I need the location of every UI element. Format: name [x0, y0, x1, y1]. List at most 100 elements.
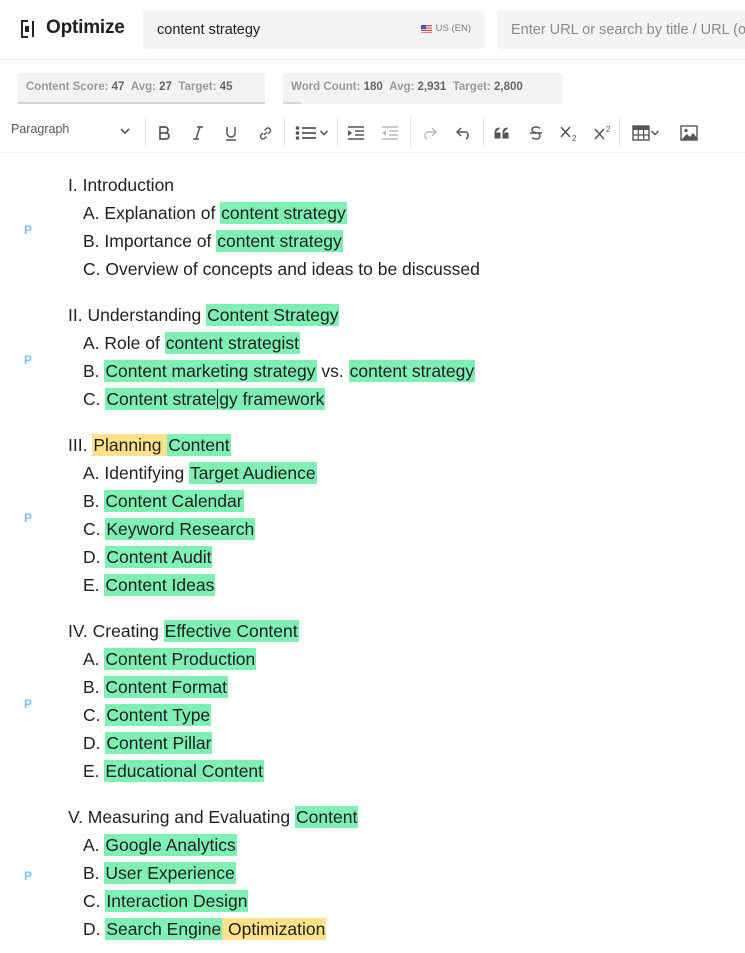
toolbar-divider [337, 117, 338, 147]
outline-text: A. [83, 649, 105, 669]
outline-text: B. [83, 677, 105, 697]
content-score-value: 47 [111, 81, 125, 93]
outline-text: B. [83, 863, 105, 883]
word-count-avg-label: Avg: [389, 81, 415, 93]
keyword-highlight-used: Content Calendar [104, 490, 244, 512]
content-score-avg: 27 [159, 81, 172, 93]
outline-text: C. [83, 389, 106, 409]
outline-text: D. [83, 919, 106, 939]
keyword-highlight-used: content strategy [348, 360, 476, 382]
editor-toolbar: Paragraph 2 2 [0, 113, 745, 153]
keyword-highlight-used: Content strate [105, 388, 218, 410]
keyword-search-input[interactable] [157, 20, 407, 40]
word-count-avg: 2,931 [417, 81, 447, 93]
keyword-highlight-used: Content Pillar [105, 732, 213, 754]
outline-text: E. [83, 575, 105, 595]
keyword-highlight-used: Content Strategy [206, 304, 340, 326]
outline-item[interactable]: C. Content strate gy framework [83, 387, 326, 415]
table-icon [632, 125, 650, 141]
outline-item[interactable]: B. User Experience [83, 861, 236, 889]
keyword-highlight-used: Content Type [105, 704, 212, 726]
content-score-label: Content Score: [26, 81, 109, 93]
outline-text: B. [83, 361, 105, 381]
locale-selector[interactable]: US (EN) [420, 23, 471, 34]
outline-heading[interactable]: II. Understanding Content Strategy [68, 303, 340, 331]
outline-text: A. Role of [83, 333, 165, 353]
content-score-bar [18, 102, 265, 104]
outline-item[interactable]: B. Content Calendar [83, 489, 244, 517]
outline-item[interactable]: D. Content Pillar [83, 731, 213, 759]
image-button[interactable] [679, 121, 699, 145]
toolbar-divider [410, 117, 411, 147]
outline-text: D. [83, 733, 106, 753]
keyword-search-box[interactable]: US (EN) [143, 10, 485, 49]
chevron-down-icon [319, 130, 329, 136]
keyword-highlight-used: Keyword Research [105, 518, 256, 540]
outline-item[interactable]: E. Educational Content [83, 759, 265, 787]
indent-button[interactable] [346, 121, 366, 145]
word-count-target: 2,800 [494, 81, 523, 93]
keyword-highlight-used: Target Audience [189, 462, 317, 484]
toolbar-divider [483, 117, 484, 147]
locale-label: US (EN) [435, 23, 471, 34]
bold-button[interactable] [154, 121, 174, 145]
outline-text: III. [68, 435, 93, 455]
italic-button[interactable] [188, 121, 208, 145]
svg-text:2: 2 [606, 125, 611, 134]
outline-heading[interactable]: IV. Creating Effective Content [68, 619, 299, 647]
keyword-highlight-used: Content Audit [105, 546, 213, 568]
keyword-highlight-used: Interaction Design [105, 890, 249, 912]
outline-item[interactable]: A. Identifying Target Audience [83, 461, 317, 489]
strikethrough-button[interactable] [526, 121, 546, 145]
outline-heading[interactable]: I. Introduction [68, 173, 174, 201]
outline-text: C. [83, 891, 106, 911]
indent-icon [348, 126, 364, 140]
redo-button[interactable] [419, 121, 439, 145]
toolbar-divider [284, 117, 285, 147]
url-search-input[interactable] [511, 20, 745, 40]
outline-item[interactable]: B. Importance of content strategy [83, 229, 343, 257]
content-score-avg-label: Avg: [130, 81, 156, 93]
superscript-button[interactable]: 2 [593, 121, 615, 145]
outline-item[interactable]: A. Google Analytics [83, 833, 237, 861]
keyword-highlight-used: Content Ideas [104, 574, 216, 596]
outline-item[interactable]: C. Content Type [83, 703, 212, 731]
outline-item[interactable]: C. Overview of concepts and ideas to be … [83, 257, 480, 285]
chevron-down-icon [120, 128, 130, 135]
us-flag-icon [420, 24, 432, 33]
paragraph-style-label: Paragraph [11, 122, 70, 136]
bullet-list-button[interactable] [292, 121, 332, 145]
outline-item[interactable]: A. Content Production [83, 647, 257, 675]
blockquote-button[interactable] [492, 121, 512, 145]
outline-heading[interactable]: V. Measuring and Evaluating Content [68, 805, 359, 833]
outline-item[interactable]: E. Content Ideas [83, 573, 216, 601]
subscript-button[interactable]: 2 [559, 121, 581, 145]
exit-icon[interactable] [18, 18, 38, 40]
outline-item[interactable]: C. Interaction Design [83, 889, 249, 917]
paragraph-style-select[interactable]: Paragraph [11, 122, 135, 144]
chevron-down-icon [650, 130, 660, 136]
keyword-highlight-used: content strategy [216, 230, 343, 252]
outline-heading[interactable]: III. Planning Content [68, 433, 231, 461]
image-icon [680, 125, 698, 141]
outline-item[interactable]: A. Explanation of content strategy [83, 201, 347, 229]
outline-item[interactable]: B. Content Format [83, 675, 228, 703]
top-header: Optimize US (EN) [0, 0, 745, 60]
outline-text: A. [83, 835, 105, 855]
outline-item[interactable]: C. Keyword Research [83, 517, 256, 545]
outline-item[interactable]: D. Search Engine Optimization [83, 917, 327, 945]
underline-button[interactable] [221, 121, 241, 145]
outline-text: I. Introduction [68, 175, 175, 195]
keyword-highlight-used: content strategist [164, 332, 300, 354]
outdent-button[interactable] [380, 121, 400, 145]
app-title: Optimize [46, 17, 125, 38]
table-button[interactable] [627, 121, 665, 145]
outline-item[interactable]: B. Content marketing strategy vs. conten… [83, 359, 476, 387]
paragraph-marker: P [24, 511, 33, 525]
link-button[interactable] [255, 121, 275, 145]
word-count-label: Word Count: [291, 81, 361, 93]
outline-item[interactable]: A. Role of content strategist [83, 331, 300, 359]
outline-item[interactable]: D. Content Audit [83, 545, 213, 573]
url-search-box[interactable] [497, 10, 745, 49]
undo-button[interactable] [453, 121, 473, 145]
